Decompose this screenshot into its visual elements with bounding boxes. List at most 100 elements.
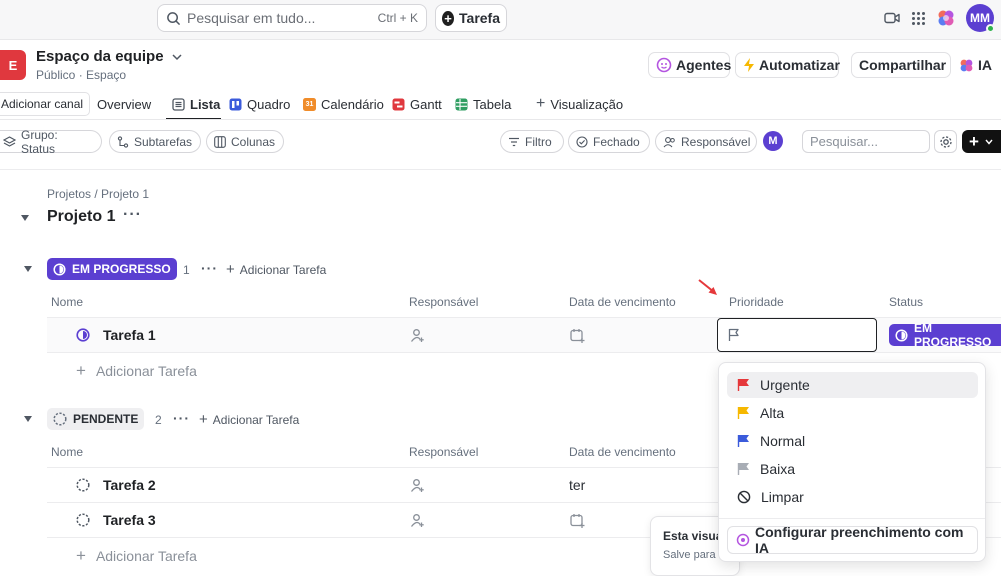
add-task-row[interactable]: + Adicionar Tarefa (76, 547, 197, 564)
calendar-add-icon[interactable] (570, 328, 585, 343)
group-collapse-caret-icon[interactable] (24, 416, 32, 422)
tab-tabela-label: Tabela (473, 96, 512, 112)
breadcrumb[interactable]: Projetos / Projeto 1 (47, 187, 149, 201)
pending-status-icon[interactable] (76, 478, 90, 492)
due-date-value[interactable]: ter (569, 477, 585, 493)
collapse-caret-icon[interactable] (21, 215, 29, 221)
status-badge-label: PENDENTE (73, 412, 139, 426)
me-avatar[interactable]: M (763, 131, 783, 151)
closed-label: Fechado (593, 134, 640, 149)
group-by-label: Grupo: Status (21, 127, 58, 156)
tab-gantt[interactable]: Gantt (392, 94, 442, 114)
ai-button[interactable]: IA (959, 57, 992, 73)
add-task-row[interactable]: + Adicionar Tarefa (76, 362, 197, 379)
in-progress-icon (53, 262, 66, 276)
group-add-task-button[interactable]: + Adicionar Tarefa (226, 262, 326, 277)
plus-icon: + (969, 132, 979, 151)
space-name[interactable]: Espaço da equipe (36, 48, 182, 65)
priority-option-clear[interactable]: Limpar (727, 484, 978, 510)
plus-icon: + (76, 546, 86, 565)
column-header-priority[interactable]: Prioridade (729, 295, 784, 309)
settings-button[interactable] (934, 130, 957, 153)
subtask-icon (117, 135, 129, 148)
automate-button[interactable]: Automatizar (735, 52, 840, 78)
priority-field[interactable] (717, 318, 877, 352)
closed-tasks-button[interactable]: Fechado (568, 130, 650, 153)
task-status-badge[interactable]: EM PROGRESSO (889, 321, 1001, 349)
priority-option-urgent[interactable]: Urgente (727, 372, 978, 398)
filter-button[interactable]: Filtro (500, 130, 564, 153)
configure-ai-fill-label: Configurar preenchimento com IA (755, 524, 964, 556)
top-bar: Pesquisar em tudo... Ctrl + K + Tarefa M… (0, 0, 1001, 40)
calendar-add-icon[interactable] (570, 513, 585, 528)
add-view-label: Visualização (550, 96, 624, 112)
assign-user-icon[interactable] (410, 513, 425, 528)
add-view-button[interactable]: + Visualização (536, 94, 623, 114)
video-icon[interactable] (884, 11, 900, 25)
tab-calendario[interactable]: 31 Calendário (303, 94, 384, 114)
assign-user-icon[interactable] (410, 478, 425, 493)
column-header-name[interactable]: Nome (51, 445, 83, 459)
search-icon (166, 11, 181, 26)
add-task-row-label: Adicionar Tarefa (95, 362, 197, 379)
column-header-name[interactable]: Nome (51, 295, 83, 309)
menu-divider (719, 518, 985, 519)
group-by-status-button[interactable]: Grupo: Status (0, 127, 102, 156)
search-shortcut: Ctrl + K (377, 11, 418, 25)
agents-button[interactable]: Agentes (648, 52, 732, 78)
filter-icon (508, 137, 520, 147)
column-header-assignee[interactable]: Responsável (409, 295, 478, 309)
list-search-input[interactable]: Pesquisar... (802, 130, 930, 153)
priority-option-high[interactable]: Alta (727, 400, 978, 426)
task-name[interactable]: Tarefa 1 (103, 327, 156, 343)
ai-sparkle-icon (736, 533, 750, 547)
tab-overview[interactable]: Overview (97, 94, 151, 114)
share-button[interactable]: Compartilhar (851, 52, 951, 78)
global-search-input[interactable]: Pesquisar em tudo... Ctrl + K (157, 4, 427, 32)
priority-option-label: Alta (760, 405, 785, 421)
tab-lista[interactable]: Lista (172, 94, 220, 114)
status-badge-pending[interactable]: PENDENTE (47, 408, 145, 430)
column-header-status[interactable]: Status (889, 295, 923, 309)
plus-icon: + (536, 95, 546, 112)
tab-quadro[interactable]: Quadro (229, 94, 290, 114)
space-icon[interactable]: E (0, 50, 26, 80)
priority-option-normal[interactable]: Normal (727, 428, 978, 454)
in-progress-status-icon[interactable] (76, 328, 90, 342)
flag-gray-icon (737, 462, 750, 476)
board-view-icon (229, 98, 242, 111)
task-name[interactable]: Tarefa 2 (103, 477, 156, 493)
column-header-assignee[interactable]: Responsável (409, 445, 478, 459)
subtasks-button[interactable]: Subtarefas (109, 130, 201, 153)
tab-quadro-label: Quadro (247, 96, 291, 112)
group-add-task-button[interactable]: + Adicionar Tarefa (199, 412, 299, 427)
ban-icon (737, 490, 751, 504)
pending-status-icon[interactable] (76, 513, 90, 527)
tab-tabela[interactable]: Tabela (455, 94, 511, 114)
columns-label: Colunas (231, 134, 276, 149)
add-task-button[interactable]: + (962, 130, 1001, 153)
list-more-icon[interactable]: ··· (123, 206, 142, 224)
add-channel-button[interactable]: Adicionar canal (0, 92, 90, 116)
ai-label: IA (978, 57, 992, 73)
assign-user-icon[interactable] (410, 328, 425, 343)
configure-ai-fill-button[interactable]: Configurar preenchimento com IA (727, 524, 978, 556)
apps-grid-icon[interactable] (911, 11, 926, 26)
group-collapse-caret-icon[interactable] (24, 266, 32, 272)
assignee-filter-button[interactable]: Responsável (655, 130, 757, 153)
column-header-due-date[interactable]: Data de vencimento (569, 295, 676, 309)
filter-label: Filtro (525, 134, 552, 149)
plus-icon: + (76, 361, 86, 380)
ai-brain-icon[interactable] (936, 8, 956, 28)
agents-label: Agentes (676, 57, 732, 73)
status-badge-in-progress[interactable]: EM PROGRESSO (47, 258, 177, 280)
space-subtitle: Público · Espaço (36, 68, 127, 82)
group-more-icon[interactable]: ··· (173, 410, 190, 426)
group-more-icon[interactable]: ··· (201, 260, 218, 276)
new-task-button[interactable]: + Tarefa (435, 4, 507, 32)
task-name[interactable]: Tarefa 3 (103, 512, 156, 528)
column-header-due-date[interactable]: Data de vencimento (569, 445, 676, 459)
columns-button[interactable]: Colunas (206, 130, 284, 153)
priority-option-low[interactable]: Baixa (727, 456, 978, 482)
group-count: 1 (183, 263, 190, 277)
